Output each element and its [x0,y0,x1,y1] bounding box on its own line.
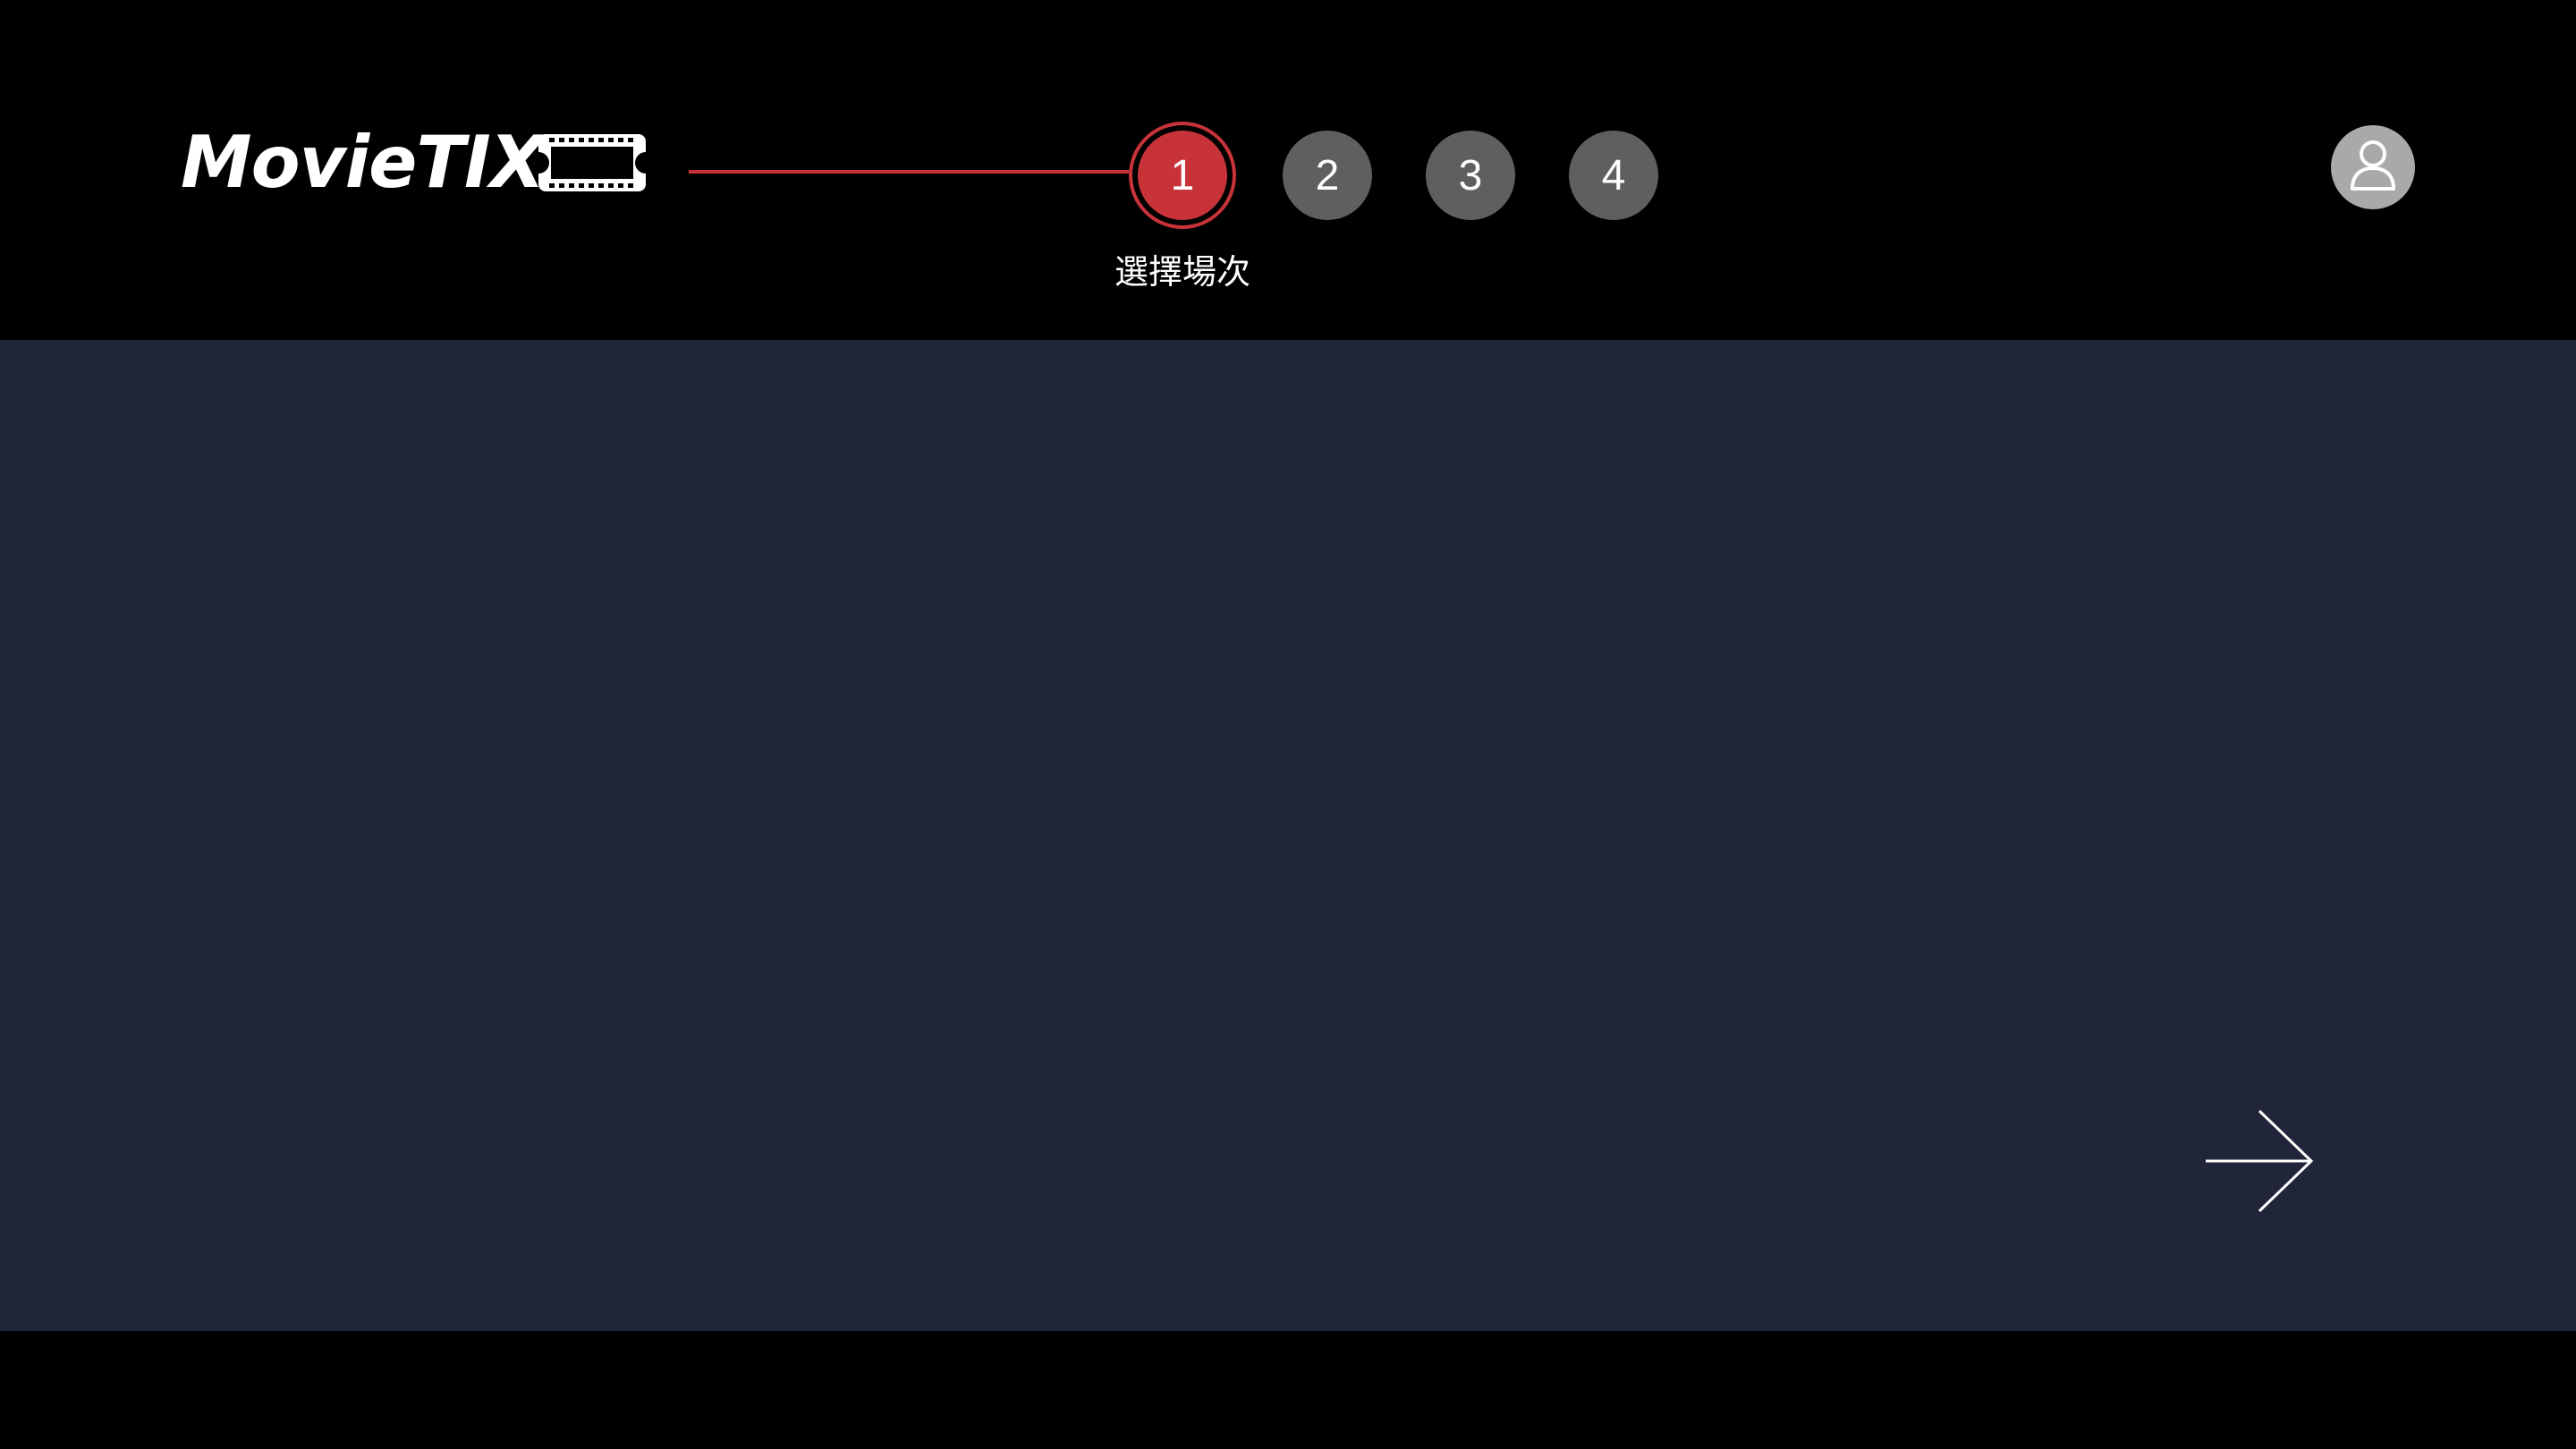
step-2[interactable]: 2 [1283,131,1372,220]
step-1-number: 1 [1170,151,1195,199]
step-progress-line [689,170,1129,174]
logo-text: MovieTIX [181,121,545,204]
footer [0,1331,2576,1449]
step-4-number: 4 [1601,151,1626,199]
logo[interactable]: MovieTIX [181,118,646,208]
step-3[interactable]: 3 [1426,131,1515,220]
step-2-number: 2 [1315,151,1340,199]
main-content [0,340,2576,1331]
page: MovieTIX 1 2 3 4 選擇場次 [0,0,2576,1449]
step-1[interactable]: 1 [1138,131,1227,220]
step-3-number: 3 [1458,151,1483,199]
user-avatar-button[interactable] [2331,125,2415,209]
next-step-button[interactable] [2204,1109,2315,1213]
step-4[interactable]: 4 [1569,131,1658,220]
active-step-label: 選擇場次 [1114,252,1250,292]
arrow-right-icon [2204,1109,2315,1216]
user-icon [2349,139,2397,197]
ticket-icon [537,129,648,201]
header: MovieTIX 1 2 3 4 選擇場次 [0,0,2576,340]
